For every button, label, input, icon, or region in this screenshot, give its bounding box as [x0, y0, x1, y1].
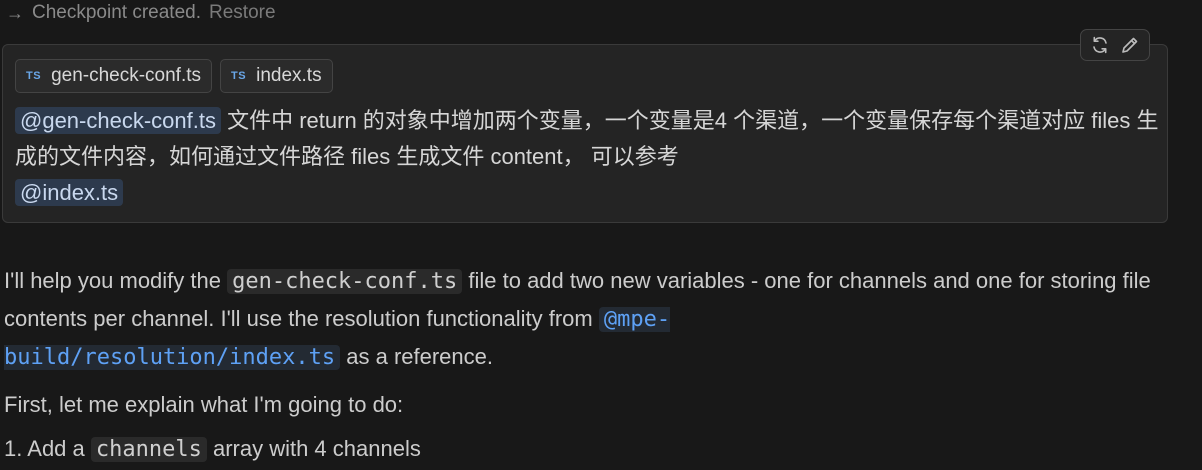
attachment-chip-index[interactable]: TS index.ts [220, 59, 333, 93]
list-number: 1. [4, 436, 23, 461]
checkpoint-text: Checkpoint created. [32, 2, 201, 23]
restore-link[interactable]: Restore [209, 2, 276, 24]
attachment-name: index.ts [256, 65, 322, 86]
file-mention[interactable]: @gen-check-conf.ts [15, 107, 221, 134]
inline-code: gen-check-conf.ts [227, 269, 463, 294]
arrow-right-icon: → [6, 2, 24, 23]
reply-text: as a reference. [340, 344, 494, 369]
attachment-chips: TS gen-check-conf.ts TS index.ts [15, 59, 333, 93]
inline-code: channels [90, 437, 207, 462]
file-mention[interactable]: @index.ts [15, 179, 124, 206]
attachment-chip-gen-check-conf[interactable]: TS gen-check-conf.ts [15, 59, 213, 93]
reply-text: array with 4 channels [206, 436, 421, 461]
list-item: 1. Add a channels array with 4 channels [4, 434, 1199, 465]
reply-text: Add a [27, 436, 91, 461]
pencil-icon[interactable] [1117, 32, 1143, 58]
reply-paragraph: I'll help you modify the gen-check-conf.… [4, 262, 1199, 376]
user-message-card[interactable]: TS gen-check-conf.ts TS index.ts @gen-ch… [2, 29, 1168, 223]
user-prompt-text: @gen-check-conf.ts 文件中 return 的对象中增加两个变量… [15, 103, 1165, 211]
typescript-icon: TS [231, 70, 247, 82]
checkpoint-bar: → Checkpoint created. Restore [6, 1, 276, 25]
reply-paragraph: First, let me explain what I'm going to … [4, 392, 404, 417]
typescript-icon: TS [26, 70, 42, 82]
assistant-reply: I'll help you modify the gen-check-conf.… [4, 262, 1199, 465]
refresh-icon[interactable] [1087, 32, 1113, 58]
attachment-name: gen-check-conf.ts [51, 65, 202, 86]
message-actions [1080, 29, 1150, 61]
reply-text: I'll help you modify the [4, 268, 228, 293]
